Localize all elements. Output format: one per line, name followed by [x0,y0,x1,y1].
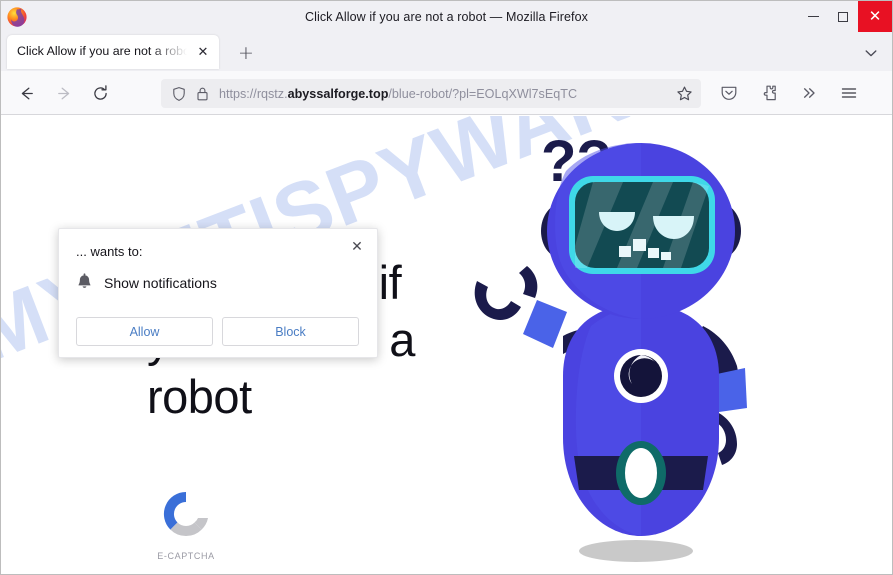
browser-tab[interactable]: Click Allow if you are not a robot ✕ [7,35,219,69]
captcha-label: E-CAPTCHA [157,551,215,561]
overflow-menu-icon[interactable] [797,81,821,105]
back-button[interactable] [13,80,40,107]
page-content: MYANTISPYWARE.COM Click Allow if you are… [1,116,892,574]
allow-button[interactable]: Allow [76,317,213,346]
captcha-c-icon [163,491,208,537]
firefox-logo-icon [6,6,28,28]
close-window-button[interactable]: ✕ [858,1,892,32]
tab-close-icon[interactable]: ✕ [194,43,212,61]
tab-title: Click Allow if you are not a robot [17,44,187,58]
reload-button[interactable] [87,80,114,107]
window-controls: ✕ [798,1,892,32]
bookmark-star-icon[interactable] [676,85,693,102]
block-button[interactable]: Block [222,317,359,346]
minimize-icon [807,16,819,17]
address-bar[interactable]: https://rqstz.abyssalforge.top/blue-robo… [161,79,701,108]
url-scheme: https:// [219,86,257,101]
new-tab-button[interactable]: + [233,41,259,65]
url-text[interactable]: https://rqstz.abyssalforge.top/blue-robo… [219,87,701,101]
popup-permission-label: Show notifications [104,274,217,291]
tab-strip: Click Allow if you are not a robot ✕ + [1,32,892,71]
application-menu-hamburger-icon[interactable] [837,81,861,105]
close-icon: ✕ [868,7,882,25]
robot-left-claw-upper [519,266,538,298]
notification-permission-popup: ✕ ... wants to: Show notifications Allow… [58,228,378,358]
robot-illustration: ?? [441,126,841,574]
forward-button[interactable] [51,80,78,107]
popup-buttons: Allow Block [76,317,359,346]
robot-chest-button-inner [620,355,662,397]
robot-left-cuff [523,300,567,348]
tracking-protection-shield-icon[interactable] [171,86,187,102]
url-path: /blue-robot/?pl=EOLqXWl7sEqTC [388,86,578,101]
window-title: Click Allow if you are not a robot — Moz… [304,9,589,24]
save-to-pocket-icon[interactable] [717,81,741,105]
robot-left-claw [474,281,521,320]
e-captcha-logo: E-CAPTCHA [151,486,221,561]
navigation-toolbar: https://rqstz.abyssalforge.top/blue-robo… [1,71,892,115]
minimize-button[interactable] [798,1,828,32]
list-all-tabs-chevron-down-icon[interactable] [862,44,880,62]
maximize-button[interactable] [828,1,858,32]
robot-right-cuff [717,368,747,412]
connection-lock-icon[interactable] [196,86,209,102]
popup-permission-row: Show notifications [76,273,217,292]
maximize-icon [838,11,848,22]
browser-window: Click Allow if you are not a robot — Moz… [0,0,893,575]
bell-icon [76,273,93,292]
robot-belt-buckle [625,448,657,498]
title-bar: Click Allow if you are not a robot — Moz… [1,1,892,32]
robot-shadow [579,540,693,562]
popup-close-icon[interactable]: ✕ [346,236,368,258]
extensions-puzzle-icon[interactable] [757,81,781,105]
url-host: abyssalforge.top [287,86,389,101]
url-subdomain: rqstz. [256,86,288,101]
popup-header-text: ... wants to: [76,244,143,259]
